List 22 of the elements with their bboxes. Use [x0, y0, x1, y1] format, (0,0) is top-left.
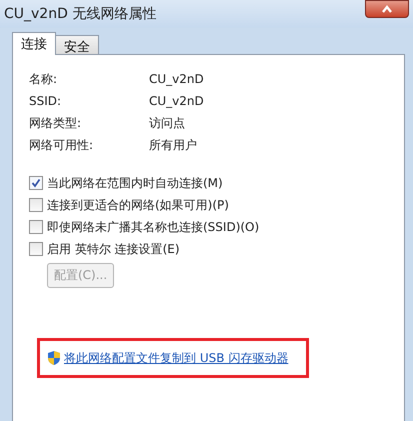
checkbox[interactable] [29, 176, 43, 190]
field-label: 网络类型: [29, 115, 82, 131]
shield-icon [47, 350, 61, 366]
checkbox[interactable] [29, 220, 43, 234]
window-title: CU_v2nD 无线网络属性 [4, 5, 156, 23]
tab[interactable]: 连接 [12, 32, 56, 55]
checkbox[interactable] [29, 242, 43, 256]
checkbox-label: 当此网络在范围内时自动连接(M) [47, 175, 223, 191]
field-value: CU_v2nD [149, 71, 205, 87]
checkbox[interactable] [29, 198, 43, 212]
field-value: 访问点 [149, 115, 186, 131]
field-value: 所有用户 [149, 137, 198, 153]
copy-profile-link[interactable]: 将此网络配置文件复制到 USB 闪存驱动器 [64, 350, 288, 366]
checkbox-label: 启用 英特尔 连接设置(E) [47, 241, 180, 257]
field-label: 网络可用性: [29, 137, 94, 153]
field-label: SSID: [29, 93, 62, 109]
close-button[interactable] [365, 0, 409, 18]
tab[interactable]: 安全 [55, 35, 99, 54]
checkbox-label: 即使网络未广播其名称也连接(SSID)(O) [47, 219, 260, 235]
field-value: CU_v2nD [149, 93, 205, 109]
field-label: 名称: [29, 71, 58, 87]
checkbox-label: 连接到更适合的网络(如果可用)(P) [47, 197, 229, 213]
